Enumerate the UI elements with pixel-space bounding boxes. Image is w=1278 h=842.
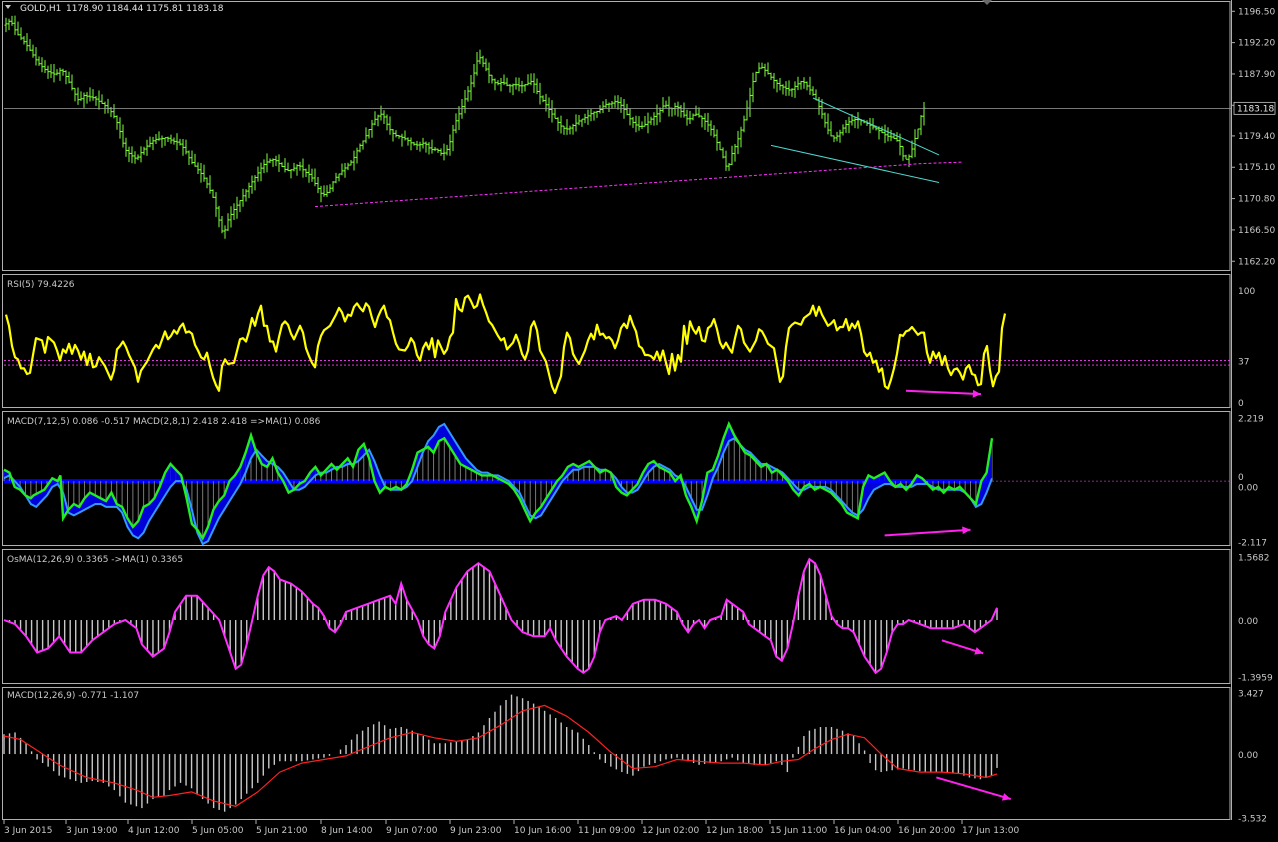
time-tick-label: 5 Jun 21:00: [256, 826, 308, 836]
ohlc-readout: 1178.90 1184.44 1175.81 1183.18: [66, 4, 224, 14]
price-tick-label: 1175.10: [1238, 163, 1275, 173]
macd-fast-pane[interactable]: MACD(7,12,5) 0.086 -0.517 MACD(2,8,1) 2.…: [3, 415, 1267, 549]
macd-divergence-arrow: [936, 776, 1012, 801]
time-tick-label: 4 Jun 12:00: [128, 826, 180, 836]
price-tick-label: 1162.20: [1238, 257, 1275, 267]
time-tick-label: 5 Jun 05:00: [192, 826, 244, 836]
rsi-tick-label: 100: [1238, 287, 1255, 297]
macd-slow-line: [3, 422, 993, 546]
chart-shift-marker-icon[interactable]: [982, 0, 992, 5]
time-tick-label: 17 Jun 13:00: [962, 826, 1019, 836]
macd-fast-label: MACD(7,12,5) 0.086 -0.517 MACD(2,8,1) 2.…: [7, 417, 321, 427]
price-tick-label: 1170.80: [1238, 195, 1275, 205]
macd-fast-divergence-arrow: [884, 528, 971, 537]
osma-tick-label: -1.3959: [1238, 674, 1273, 684]
pane-frames: [2, 0, 1232, 820]
price-tick-label: 1192.20: [1238, 39, 1275, 49]
wedge-trendline[interactable]: [812, 97, 940, 156]
main-price-pane[interactable]: GOLD,H1 1178.90 1184.44 1175.81 1183.18 …: [4, 0, 1275, 267]
pane-border: [2, 687, 1231, 820]
rsi-line: [4, 293, 1007, 395]
time-axis: 3 Jun 2015 3 Jun 19:00 4 Jun 12:00 5 Jun 05…: [3, 820, 1019, 836]
rsi-pane[interactable]: RSI(5) 79.4226 100 37 0: [4, 280, 1255, 409]
osma-label: OsMA(12,26,9) 0.3365 ->MA(1) 0.3365: [7, 555, 183, 565]
macd-tick-label: -3.532: [1238, 815, 1267, 825]
rsi-label: RSI(5) 79.4226: [7, 280, 75, 290]
macd-tick-label: 3.427: [1238, 689, 1264, 699]
symbol-title: GOLD,H1: [20, 4, 61, 14]
time-tick-label: 10 Jun 16:00: [514, 826, 571, 836]
time-tick-label: 15 Jun 11:00: [770, 826, 827, 836]
osma-tick-label: 0.00: [1238, 617, 1258, 627]
pane-border: [2, 274, 1231, 408]
macd-tick-label: 0.00: [1238, 751, 1258, 761]
time-tick-label: 9 Jun 07:00: [386, 826, 438, 836]
price-tick-label: 1166.50: [1238, 226, 1275, 236]
time-tick-label: 12 Jun 02:00: [642, 826, 699, 836]
rsi-divergence-arrow: [905, 389, 982, 396]
time-tick-label: 3 Jun 19:00: [66, 826, 118, 836]
rsi-tick-label: 0: [1238, 399, 1244, 409]
time-tick-label: 9 Jun 23:00: [450, 826, 502, 836]
price-tick-label: 1196.50: [1238, 7, 1275, 17]
pane-border: [2, 1, 1231, 271]
macd-fast-tick-label: 2.219: [1238, 415, 1264, 425]
osma-pane[interactable]: OsMA(12,26,9) 0.3365 ->MA(1) 0.3365 1.56…: [3, 553, 1273, 684]
macd-fill-area: [4, 424, 992, 544]
macd-label: MACD(12,26,9) -0.771 -1.107: [7, 691, 139, 701]
time-tick-label: 3 Jun 2015: [4, 826, 52, 836]
osma-divergence-arrow-head-icon: [974, 647, 984, 655]
price-tick-label: 1187.90: [1238, 70, 1275, 80]
macd-fast-divergence-arrow-head-icon: [962, 526, 971, 535]
time-tick-label: 8 Jun 14:00: [321, 826, 373, 836]
rsi-divergence-arrow-head-icon: [972, 389, 981, 398]
macd-pane[interactable]: MACD(12,26,9) -0.771 -1.107 3.427 0.00 -3.…: [3, 689, 1267, 825]
current-price-value: 1183.18: [1237, 104, 1274, 114]
time-tick-label: 16 Jun 04:00: [834, 826, 891, 836]
rsi-tick-label: 37: [1238, 358, 1249, 368]
chart-canvas[interactable]: GOLD,H1 1178.90 1184.44 1175.81 1183.18 …: [0, 0, 1278, 842]
price-tick-label: 1179.40: [1238, 132, 1275, 142]
osma-tick-label: 1.5682: [1238, 553, 1270, 563]
macd-fast-tick-label: -2.117: [1238, 539, 1267, 549]
time-tick-label: 11 Jun 09:00: [578, 826, 635, 836]
macd-fast-tick-label: 0: [1238, 473, 1244, 483]
time-tick-label: 12 Jun 18:00: [706, 826, 763, 836]
support-trendline[interactable]: [314, 161, 964, 208]
time-tick-label: 16 Jun 20:00: [898, 826, 955, 836]
macd-fast-tick-label: 0.00: [1238, 483, 1258, 493]
pane-menu-chevron-icon[interactable]: [5, 5, 11, 9]
